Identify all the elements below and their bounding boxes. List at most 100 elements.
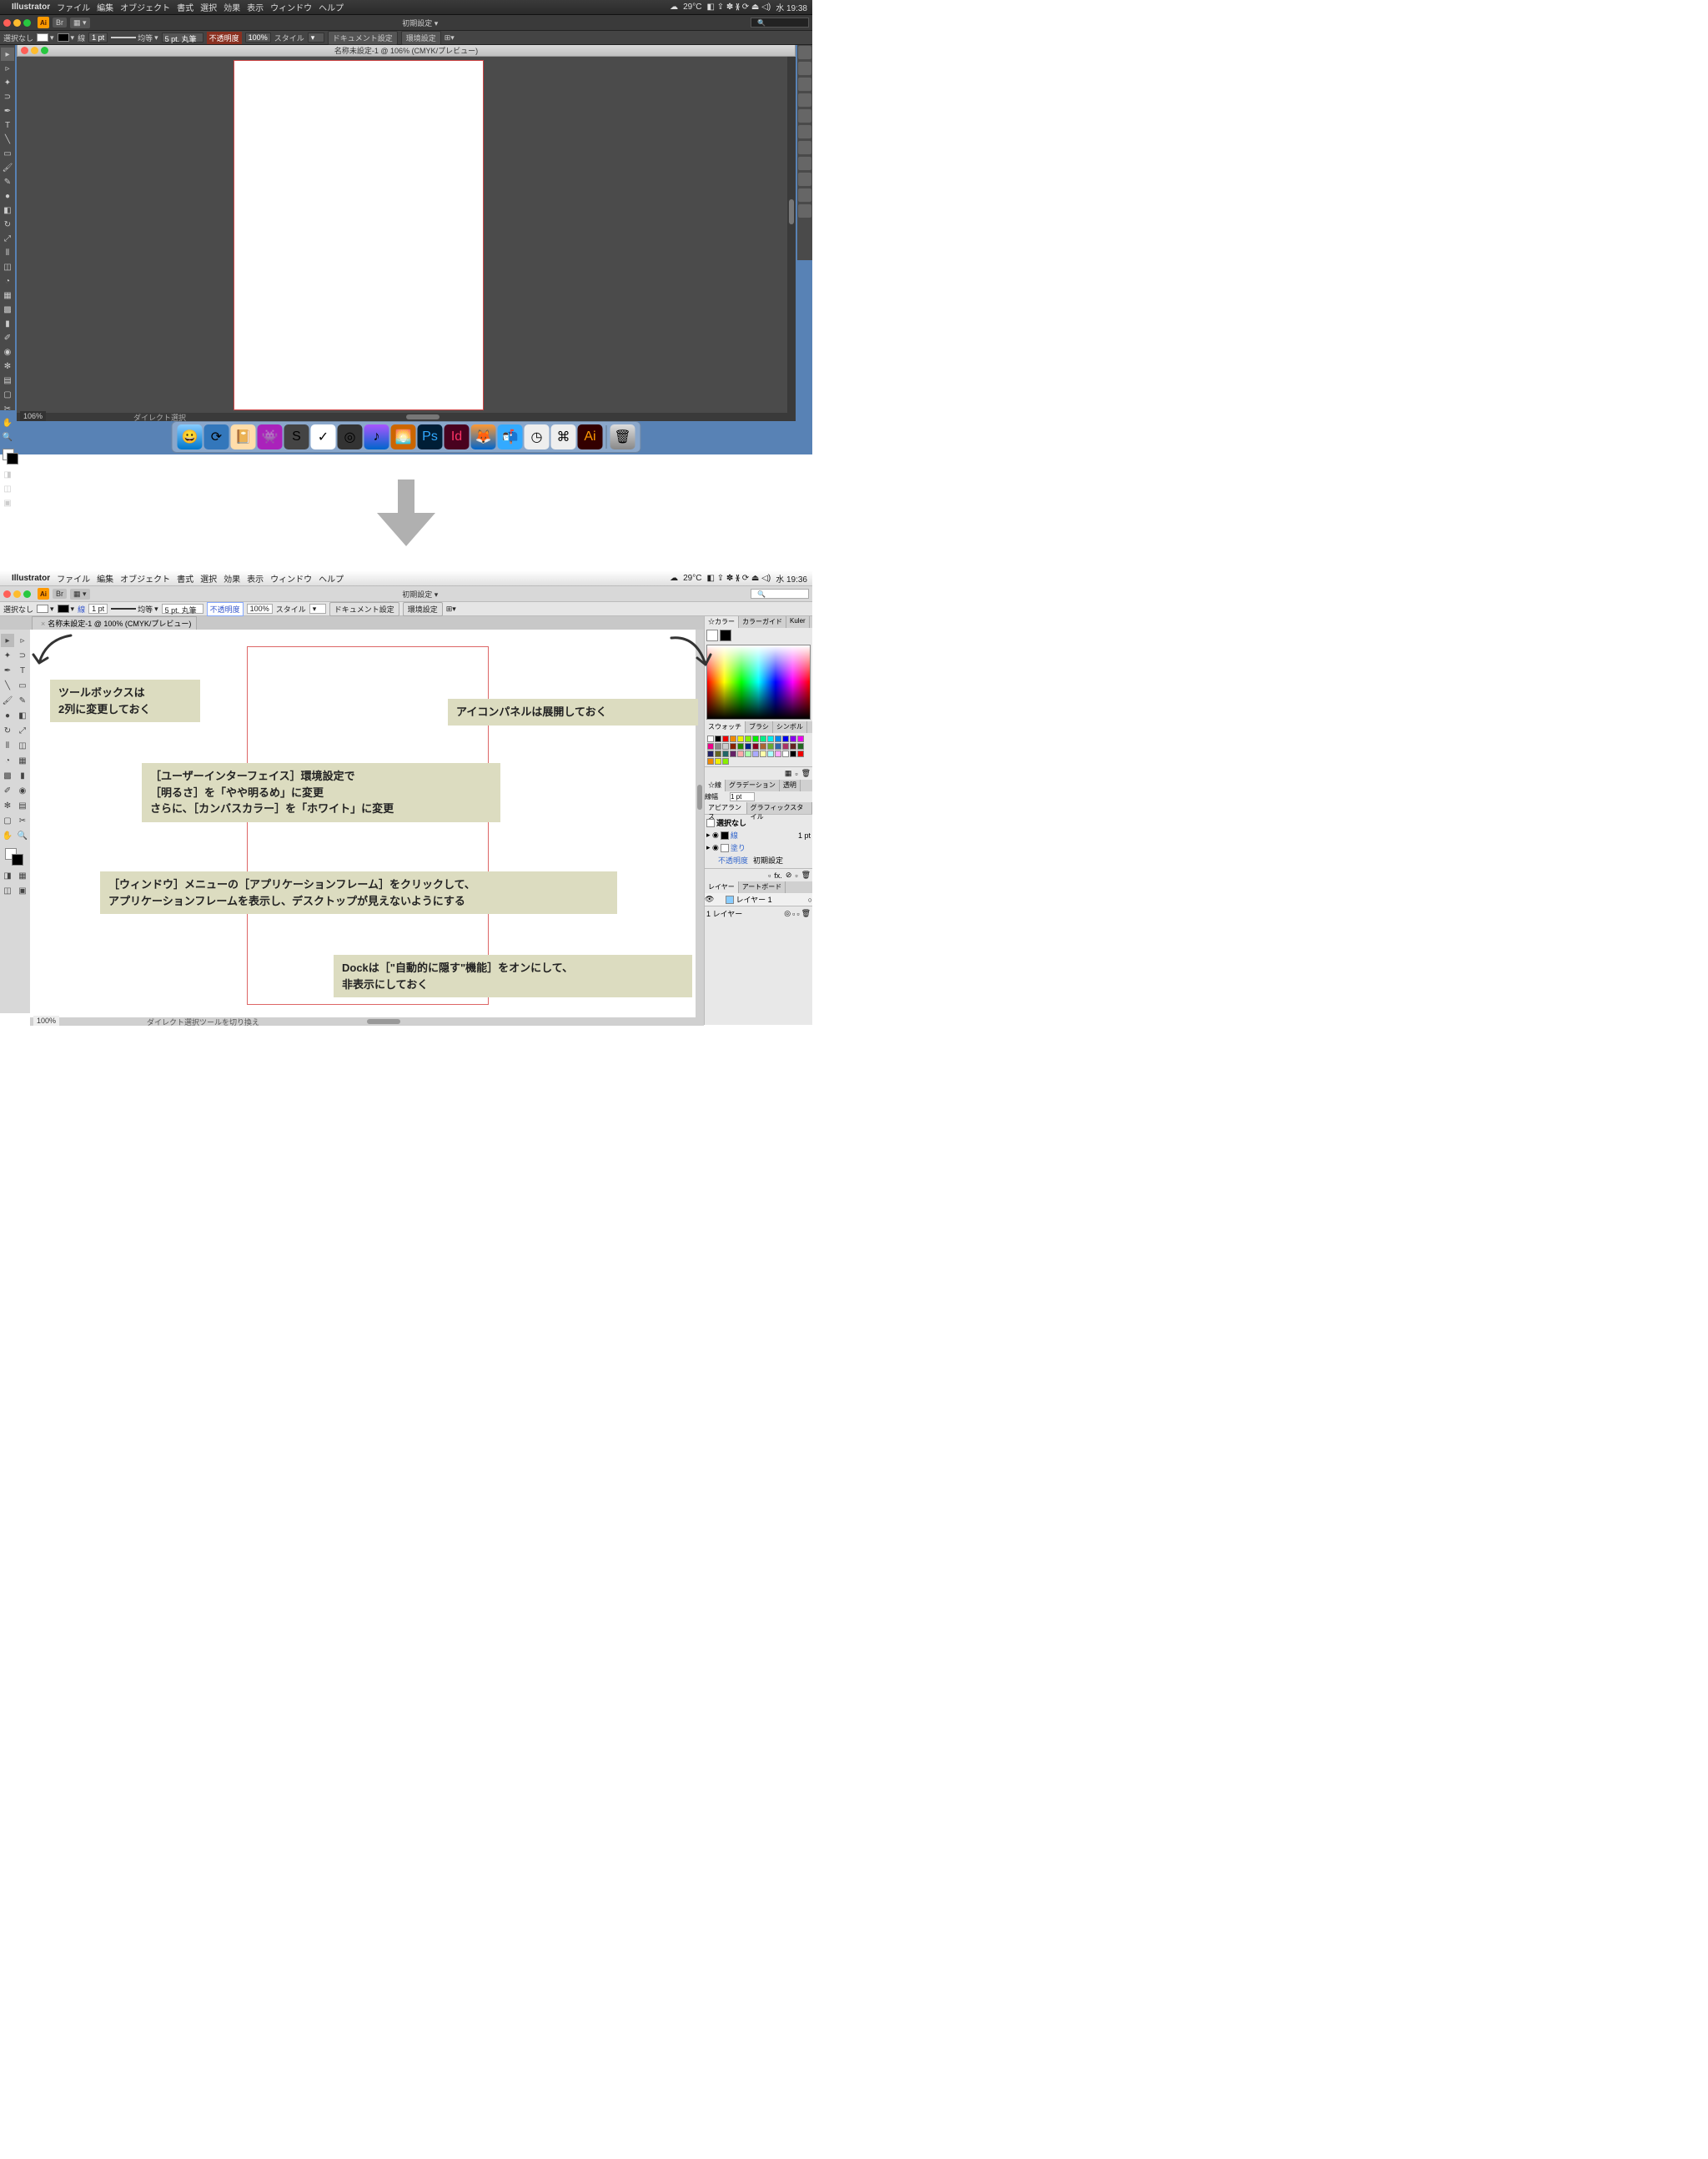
swatch[interactable]: [782, 736, 789, 742]
zoom-tool-icon[interactable]: 🔍: [1, 430, 14, 444]
delete-icon[interactable]: 🗑: [801, 871, 811, 880]
color-panel-tabs[interactable]: ☆カラー カラーガイド Kuler: [705, 616, 812, 628]
bridge-button[interactable]: Br: [53, 589, 67, 599]
tab-kuler[interactable]: Kuler: [786, 616, 810, 628]
blend-tool-icon[interactable]: ◉: [1, 345, 14, 359]
brush-select[interactable]: 5 pt. 丸筆: [162, 33, 203, 43]
style-select[interactable]: ▾: [308, 33, 324, 43]
eyedropper-tool-icon[interactable]: ✐: [1, 784, 14, 797]
appearance-opacity[interactable]: 不透明度: [718, 855, 748, 866]
stroke-color-icon[interactable]: [7, 453, 18, 464]
width-tool-icon[interactable]: ⫴: [1, 246, 14, 259]
fill-swatch[interactable]: [37, 33, 48, 42]
color-mode-icon[interactable]: ◨: [1, 869, 14, 882]
swatch[interactable]: [737, 736, 744, 742]
swatch[interactable]: [752, 751, 759, 757]
mesh-tool-icon[interactable]: ▩: [1, 769, 14, 782]
type-tool-icon[interactable]: T: [16, 664, 29, 677]
toolbox-2col[interactable]: ▸▹ ✦⊃ ✒T ╲▭ 🖌✎ ●◧ ↻⤢ ⫴◫ ◔▦ ▩▮ ✐◉ ✻▤ ▢✂ ✋…: [0, 630, 30, 1013]
swatches-grid[interactable]: [705, 733, 812, 766]
rect-tool-icon[interactable]: ▭: [1, 147, 14, 160]
horizontal-scrollbar[interactable]: 106% ダイレクト選択: [17, 413, 796, 421]
swatch[interactable]: [790, 751, 796, 757]
document-tab[interactable]: × 名称未設定-1 @ 100% (CMYK/プレビュー): [32, 616, 197, 630]
menu-edit[interactable]: 編集: [97, 1, 113, 13]
stroke-panel-icon[interactable]: [798, 125, 811, 138]
swatch[interactable]: [760, 736, 766, 742]
brush-tool-icon[interactable]: 🖌: [1, 694, 14, 707]
zoom-level[interactable]: 106%: [20, 411, 46, 421]
swatch[interactable]: [752, 743, 759, 750]
pen-tool-icon[interactable]: ✒: [1, 664, 14, 677]
illustrator-app-bar[interactable]: Ai Br ▦ ▾ 初期設定 ▾: [0, 15, 812, 30]
menu-object[interactable]: オブジェクト: [120, 572, 170, 585]
mac-menubar[interactable]: Illustrator ファイル 編集 オブジェクト 書式 選択 効果 表示 ウ…: [0, 571, 812, 586]
dock-mail-icon[interactable]: 📬: [498, 424, 523, 449]
swatch[interactable]: [730, 736, 736, 742]
swatches-panel-icon[interactable]: [798, 78, 811, 91]
line-tool-icon[interactable]: ╲: [1, 679, 14, 692]
blob-tool-icon[interactable]: ●: [1, 189, 14, 203]
mesh-tool-icon[interactable]: ▩: [1, 303, 14, 316]
stroke-width-input[interactable]: [730, 792, 755, 801]
clear-appearance-icon[interactable]: ⊘: [786, 871, 792, 880]
screen-mode-icon[interactable]: ▣: [16, 884, 29, 897]
line-tool-icon[interactable]: ╲: [1, 133, 14, 146]
gradient-mode-icon[interactable]: ▦: [16, 869, 29, 882]
dock-app-icon[interactable]: 📔: [231, 424, 256, 449]
new-sublayer-icon[interactable]: ▫: [792, 910, 795, 918]
swatch[interactable]: [767, 743, 774, 750]
transparency-panel-icon[interactable]: [798, 157, 811, 170]
zoom-level[interactable]: 100%: [33, 1016, 59, 1026]
gradient-tool-icon[interactable]: ▮: [1, 317, 14, 330]
stroke-profile[interactable]: [111, 37, 136, 38]
swatch[interactable]: [797, 743, 804, 750]
scale-tool-icon[interactable]: ⤢: [1, 232, 14, 245]
menu-file[interactable]: ファイル: [57, 572, 90, 585]
dock-firefox-icon[interactable]: 🦊: [471, 424, 496, 449]
perspective-tool-icon[interactable]: ▦: [1, 289, 14, 302]
rotate-tool-icon[interactable]: ↻: [1, 724, 14, 737]
swatch[interactable]: [707, 751, 714, 757]
menu-help[interactable]: ヘルプ: [319, 572, 344, 585]
right-panel-expanded[interactable]: ☆カラー カラーガイド Kuler スウォッチ ブラシ シンボル ▦ ▫ 🗑 ☆…: [704, 616, 812, 1025]
dock-app-icon[interactable]: S: [284, 424, 309, 449]
eraser-tool-icon[interactable]: ◧: [16, 709, 29, 722]
graphic-styles-panel-icon[interactable]: [798, 188, 811, 202]
artboard-tool-icon[interactable]: ▢: [1, 388, 14, 401]
workspace-switcher[interactable]: 初期設定 ▾: [402, 18, 438, 28]
dock-app-icon[interactable]: 🌅: [391, 424, 416, 449]
type-tool-icon[interactable]: T: [1, 118, 14, 132]
stroke-panel-tabs[interactable]: ☆線 グラデーション 透明: [705, 780, 812, 791]
menu-help[interactable]: ヘルプ: [319, 1, 344, 13]
symbol-tool-icon[interactable]: ✻: [1, 359, 14, 373]
perspective-tool-icon[interactable]: ▦: [16, 754, 29, 767]
delete-layer-icon[interactable]: 🗑: [801, 909, 811, 918]
menu-select[interactable]: 選択: [200, 1, 217, 13]
tab-symbols[interactable]: シンボル: [773, 721, 807, 733]
app-name[interactable]: Illustrator: [12, 574, 50, 583]
dock-app-icon[interactable]: ✓: [311, 424, 336, 449]
dock-app-icon[interactable]: 👾: [258, 424, 283, 449]
zoom-tool-icon[interactable]: 🔍: [16, 829, 29, 842]
close-tab-icon[interactable]: ×: [41, 620, 45, 628]
fx-icon[interactable]: fx.: [774, 871, 782, 880]
align-icon[interactable]: ⊞▾: [446, 605, 456, 614]
dock-app-icon[interactable]: ⟳: [204, 424, 229, 449]
new-fill-icon[interactable]: ▫: [768, 871, 771, 880]
pencil-tool-icon[interactable]: ✎: [1, 175, 14, 188]
swatch[interactable]: [715, 751, 721, 757]
swatch[interactable]: [782, 751, 789, 757]
eraser-tool-icon[interactable]: ◧: [1, 203, 14, 217]
stroke-weight-input[interactable]: 1 pt: [88, 604, 108, 614]
window-controls[interactable]: [3, 19, 31, 27]
dock-app-icon[interactable]: ◎: [338, 424, 363, 449]
menu-object[interactable]: オブジェクト: [120, 1, 170, 13]
status-icons[interactable]: ◧ ⇪ ✽ ᚕ ⟳ ⏏ ◁): [706, 574, 771, 583]
style-select[interactable]: ▾: [309, 604, 326, 614]
color-mode-icon[interactable]: ◨: [1, 468, 14, 481]
menu-type[interactable]: 書式: [177, 1, 193, 13]
pen-tool-icon[interactable]: ✒: [1, 104, 14, 118]
stroke-swatch[interactable]: [58, 605, 69, 613]
window-controls[interactable]: [3, 590, 31, 598]
